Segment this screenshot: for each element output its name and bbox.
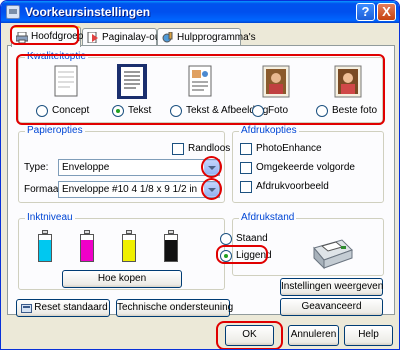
ink-bottle-magenta <box>80 230 94 262</box>
print-preview-checkbox[interactable] <box>240 181 252 193</box>
borderless-checkbox[interactable] <box>172 143 184 155</box>
radio-staand[interactable] <box>220 233 232 245</box>
quality-option-label: Tekst <box>128 105 152 116</box>
reset-defaults-label: Reset standaard <box>34 302 108 313</box>
radio-tekst[interactable] <box>112 105 124 117</box>
photoenhance-checkbox[interactable] <box>240 143 252 155</box>
main-panel: Kwaliteitoptie Concept Tekst Tekst & Afb… <box>7 45 395 317</box>
radio-liggend[interactable] <box>220 250 232 262</box>
ink-group-title: Inktniveau <box>25 212 75 223</box>
borderless-label: Randloos <box>188 143 231 154</box>
tab-label: Hulpprogramma's <box>177 32 256 43</box>
cancel-button[interactable]: Annuleren <box>288 325 339 346</box>
tab-hoofdgroep[interactable]: Hoofdgroep <box>11 26 84 47</box>
ink-bottle-cap <box>168 230 174 234</box>
page-layout-tab-icon <box>87 32 98 43</box>
quality-group-title: Kwaliteitoptie <box>25 51 88 62</box>
title-bar: Voorkeursinstellingen ? X <box>1 1 399 23</box>
advanced-button[interactable]: Geavanceerd <box>280 298 383 316</box>
best-photo-quality-icon <box>334 65 362 98</box>
type-label: Type: <box>24 162 49 173</box>
ink-bottle-black <box>164 230 178 262</box>
close-button[interactable]: X <box>377 3 396 21</box>
utility-tab-icon <box>162 32 173 43</box>
photo-quality-icon <box>262 65 290 98</box>
help-button[interactable]: Help <box>344 325 393 346</box>
ink-bottle-cap <box>126 230 132 234</box>
reverse-order-checkbox[interactable] <box>240 162 252 174</box>
ink-level-fill <box>165 240 177 261</box>
tab-paginalay-out[interactable]: Paginalay-out <box>82 28 163 46</box>
ink-bottle-cap <box>42 230 48 234</box>
landscape-printer-icon <box>313 239 353 270</box>
quality-option-label: Beste foto <box>332 105 378 116</box>
ink-level-fill <box>39 240 51 261</box>
printer-tab-icon <box>16 32 28 43</box>
orientation-option-label: Liggend <box>236 250 272 261</box>
reset-defaults-button[interactable]: Reset standaard <box>16 299 110 317</box>
orientation-option-label: Staand <box>236 233 268 244</box>
radio-tekst-afbeelding[interactable] <box>170 105 182 117</box>
how-to-buy-button[interactable]: Hoe kopen <box>62 270 182 288</box>
help-titlebar-button[interactable]: ? <box>356 3 375 21</box>
draft-quality-icon <box>54 65 78 97</box>
ink-bottle-cyan <box>38 230 52 262</box>
tab-hulpprogrammas[interactable]: Hulpprogramma's <box>157 28 256 46</box>
quality-option-label: Foto <box>268 105 289 116</box>
text-quality-icon <box>117 64 147 99</box>
format-select[interactable]: Enveloppe #10 4 1/8 x 9 1/2 in <box>58 181 220 198</box>
ok-button[interactable]: OK <box>225 325 274 346</box>
quality-option-label: Concept <box>52 105 90 116</box>
type-select-value: Enveloppe <box>62 162 110 173</box>
show-settings-button[interactable]: Instellingen weergeven <box>280 278 383 296</box>
paper-options-title: Papieropties <box>25 125 85 136</box>
window-title: Voorkeursinstellingen <box>25 5 151 19</box>
format-dropdown-icon[interactable] <box>204 182 219 197</box>
print-options-title: Afdrukopties <box>239 125 299 136</box>
radio-foto[interactable] <box>252 105 264 117</box>
tab-label: Paginalay-out <box>102 32 164 43</box>
radio-beste-foto[interactable] <box>316 105 328 117</box>
type-dropdown-icon[interactable] <box>204 160 219 175</box>
reverse-order-label: Omgekeerde volgorde <box>256 162 355 173</box>
photoenhance-label: PhotoEnhance <box>256 143 322 154</box>
ink-bottle-yellow <box>122 230 136 262</box>
reset-icon <box>21 304 32 313</box>
technical-support-button[interactable]: Technische ondersteuning <box>116 299 233 317</box>
text-graphics-quality-icon <box>188 65 212 97</box>
ink-level-fill <box>81 240 93 261</box>
format-select-value: Enveloppe #10 4 1/8 x 9 1/2 in <box>62 184 198 195</box>
orientation-group-title: Afdrukstand <box>239 212 297 223</box>
radio-concept[interactable] <box>36 105 48 117</box>
preferences-window: Voorkeursinstellingen ? X Hoofdgroep Pag… <box>0 0 400 350</box>
type-select[interactable]: Enveloppe <box>58 159 220 176</box>
ink-level-fill <box>123 240 135 261</box>
tab-label: Hoofdgroep <box>31 31 84 42</box>
printer-app-icon <box>6 5 20 19</box>
ink-bottle-cap <box>84 230 90 234</box>
print-preview-label: Afdrukvoorbeeld <box>256 181 329 192</box>
